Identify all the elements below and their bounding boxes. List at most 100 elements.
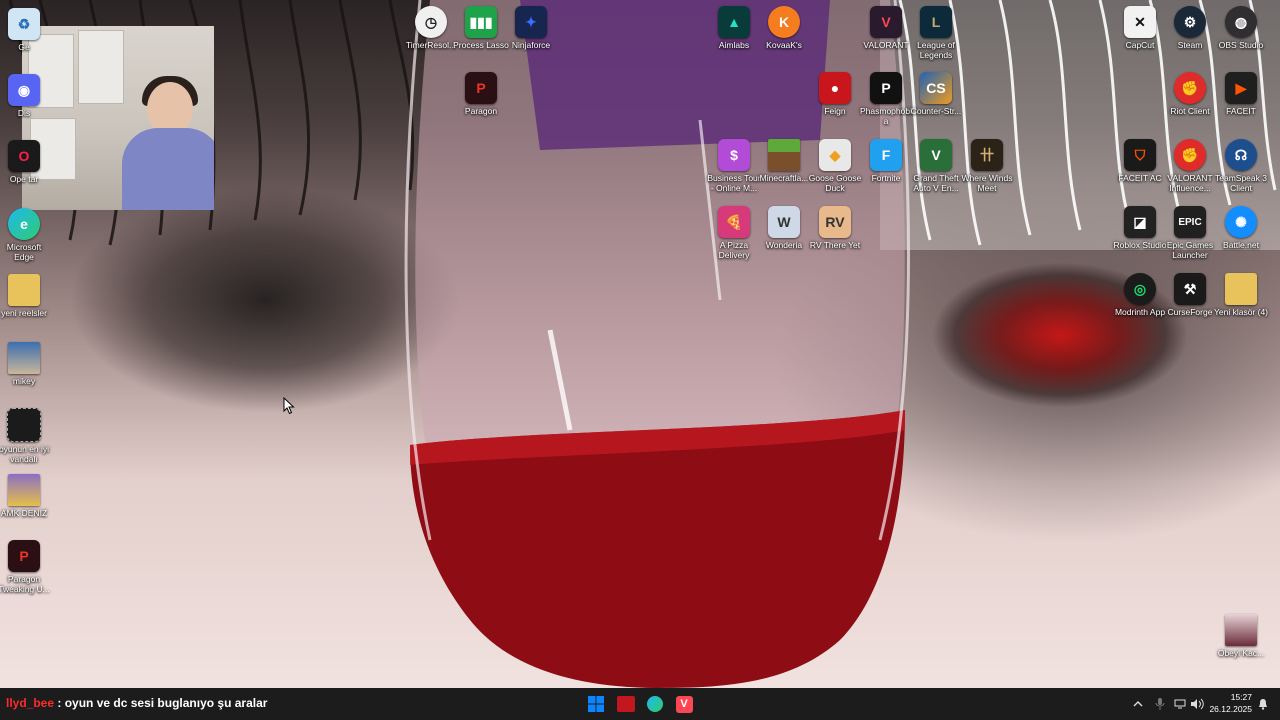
- image-file-icon: [1225, 614, 1257, 646]
- desktop-icon-riot-client[interactable]: ✊ Riot Client: [1162, 72, 1218, 116]
- battle-net-icon: ✺: [1225, 206, 1257, 238]
- taskbar-app-video-editor[interactable]: [614, 692, 638, 716]
- desktop-icon-kovaaks[interactable]: K KovaaK's: [756, 6, 812, 50]
- process-lasso-icon: ▮▮▮: [465, 6, 497, 38]
- desktop-icon-yeni-reelsler[interactable]: yeni reelsler: [0, 274, 52, 318]
- taskbar: llyd_bee : oyun ve dc sesi buglanıyo şu …: [0, 688, 1280, 720]
- desktop-icon-oyunun-en-iyi-vandali[interactable]: oyunun en iyi vandalı: [0, 408, 52, 464]
- desktop-icon-phasmophobia[interactable]: P Phasmophobia: [858, 72, 914, 126]
- speaker-icon: [1191, 698, 1204, 710]
- desktop-icon-obeyl-kac[interactable]: Obeyl Kac...: [1213, 614, 1269, 658]
- desktop-icon-timerresolution[interactable]: ◷ TimerResol...: [403, 6, 459, 50]
- clock-icon: ◷: [415, 6, 447, 38]
- desktop-icon-opera-gx[interactable]: O Ope tar: [0, 140, 52, 184]
- desktop-icon-business-tour[interactable]: $ Business Tour - Online M...: [706, 139, 762, 193]
- desktop-icon-valorant[interactable]: V VALORANT: [858, 6, 914, 50]
- desktop-icon-goose-goose-duck[interactable]: ◆ Goose Goose Duck: [807, 139, 863, 193]
- desktop-icon-teamspeak[interactable]: ☊ TeamSpeak 3 Client: [1213, 139, 1269, 193]
- fortnite-icon: F: [870, 139, 902, 171]
- desktop-icon-faceit-ac[interactable]: ⛉ FACEIT AC: [1112, 139, 1168, 183]
- image-file-icon: [8, 474, 40, 506]
- desktop-icon-aimlabs[interactable]: ▲ Aimlabs: [706, 6, 762, 50]
- folder-icon: [8, 274, 40, 306]
- desktop-icon-ninjaforce[interactable]: ✦ Ninjaforce: [503, 6, 559, 50]
- edge-icon: [647, 696, 663, 712]
- desktop-icon-league-of-legends[interactable]: L League of Legends: [908, 6, 964, 60]
- desktop-icon-minecraft[interactable]: Minecraftla...: [756, 139, 812, 183]
- clock-date: 26.12.2025: [1209, 704, 1252, 714]
- aimlabs-icon: ▲: [718, 6, 750, 38]
- discord-icon: ◉: [8, 74, 40, 106]
- ninjaforce-icon: ✦: [515, 6, 547, 38]
- desktop-icon-where-winds-meet[interactable]: 卄 Where Winds Meet: [959, 139, 1015, 193]
- league-icon: L: [920, 6, 952, 38]
- network-icon: [1174, 699, 1186, 709]
- desktop-icon-capcut[interactable]: ✕ CapCut: [1112, 6, 1168, 50]
- taskbar-app-valorant[interactable]: V: [672, 692, 696, 716]
- desktop-icon-fortnite[interactable]: F Fortnite: [858, 139, 914, 183]
- desktop-icon-valorant-influence[interactable]: ✊ VALORANT Influence...: [1162, 139, 1218, 193]
- desktop-icon-discord[interactable]: ◉ Dis: [0, 74, 52, 118]
- gta-icon: V: [920, 139, 952, 171]
- network-button[interactable]: [1173, 697, 1187, 711]
- desktop-icon-paragon[interactable]: P Paragon: [453, 72, 509, 116]
- volume-button[interactable]: [1190, 697, 1204, 711]
- desktop-icon-wonderia[interactable]: W Wonderia: [756, 206, 812, 250]
- riot-client-icon: ✊: [1174, 139, 1206, 171]
- desktop-icon-faceit[interactable]: ▶ FACEIT: [1213, 72, 1269, 116]
- desktop-icon-paragon-tweaking[interactable]: P Paragon Tweaking U...: [0, 540, 52, 594]
- curseforge-icon: ⚒: [1174, 273, 1206, 305]
- windows-start-icon: [588, 696, 604, 712]
- epic-games-icon: EPIC: [1174, 206, 1206, 238]
- desktop-icon-gta-v[interactable]: V Grand Theft Auto V En...: [908, 139, 964, 193]
- show-hidden-icons-button[interactable]: [1131, 697, 1145, 711]
- image-file-icon: [8, 342, 40, 374]
- desktop-icon-mikey[interactable]: mikey: [0, 342, 52, 386]
- clock-time: 15:27: [1230, 692, 1252, 702]
- desktop-icon-modrinth[interactable]: ◎ Modrinth App: [1112, 273, 1168, 317]
- desktop-icon-rv-there-yet[interactable]: RV RV There Yet: [807, 206, 863, 250]
- chat-message: oyun ve dc sesi buglanıyo şu aralar: [64, 696, 268, 710]
- desktop-icon-obs-studio[interactable]: ◍ OBS Studio: [1213, 6, 1269, 50]
- valorant-icon: V: [870, 6, 902, 38]
- steam-icon: ⚙: [1174, 6, 1206, 38]
- minecraft-icon: [768, 139, 800, 171]
- modrinth-icon: ◎: [1124, 273, 1156, 305]
- desktop-icon-process-lasso[interactable]: ▮▮▮ Process Lasso: [453, 6, 509, 50]
- desktop-icon-feign[interactable]: ● Feign: [807, 72, 863, 116]
- desktop-icon-curseforge[interactable]: ⚒ CurseForge: [1162, 273, 1218, 317]
- gallery-frame: [78, 30, 124, 104]
- desktop-icon-steam[interactable]: ⚙ Steam: [1162, 6, 1218, 50]
- desktop-icon-battle-net[interactable]: ✺ Battle.net: [1213, 206, 1269, 250]
- microphone-button[interactable]: [1153, 697, 1167, 711]
- taskbar-app-edge[interactable]: [643, 692, 667, 716]
- desktop-icon-roblox-studio[interactable]: ◪ Roblox Studio: [1112, 206, 1168, 250]
- start-button[interactable]: [584, 692, 608, 716]
- video-editor-icon: [617, 696, 635, 712]
- mouse-cursor-icon: [283, 397, 295, 415]
- edge-icon: e: [8, 208, 40, 240]
- valorant-icon: V: [675, 695, 693, 713]
- microphone-icon: [1155, 698, 1165, 710]
- recycle-bin-icon: ♻: [8, 8, 40, 40]
- desktop-icon-counter-strike-2[interactable]: CS Counter-Str...: [908, 72, 964, 116]
- folder-icon: [1225, 273, 1257, 305]
- desktop-icon-microsoft-edge[interactable]: e Microsoft Edge: [0, 208, 52, 262]
- desktop-icon-a-pizza-delivery[interactable]: 🍕 A Pizza Delivery: [706, 206, 762, 260]
- phasmophobia-icon: P: [870, 72, 902, 104]
- chevron-up-icon: [1133, 701, 1143, 707]
- notification-bell-icon: [1259, 699, 1267, 710]
- chat-username: llyd_bee: [6, 696, 55, 710]
- desktop-icon-recycle-bin[interactable]: ♻ Ge: [0, 8, 52, 52]
- system-clock[interactable]: 15:27 26.12.2025: [1206, 691, 1252, 715]
- desktop-icon-epic-games[interactable]: EPIC Epic Games Launcher: [1162, 206, 1218, 260]
- opera-gx-icon: O: [8, 140, 40, 172]
- desktop-icon-yeni-klasor[interactable]: Yeni klasör (4): [1213, 273, 1269, 317]
- roblox-studio-icon: ◪: [1124, 206, 1156, 238]
- wonderia-icon: W: [768, 206, 800, 238]
- notifications-button[interactable]: [1256, 697, 1270, 711]
- paragon-icon: P: [8, 540, 40, 572]
- teamspeak-icon: ☊: [1225, 139, 1257, 171]
- desktop-icon-amk-deniz[interactable]: AMK DENIZ: [0, 474, 52, 518]
- rv-there-yet-icon: RV: [819, 206, 851, 238]
